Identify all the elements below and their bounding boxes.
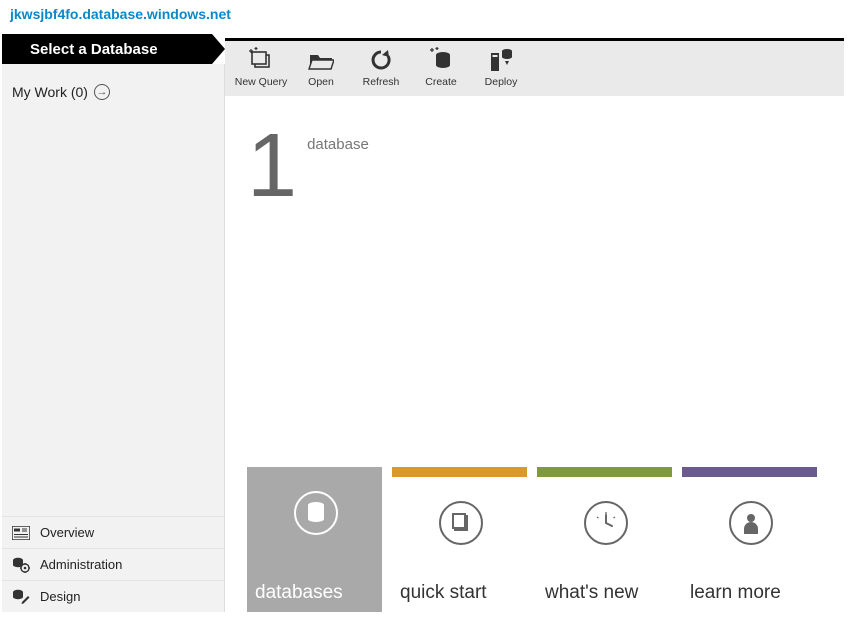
- new-query-icon: [231, 44, 291, 76]
- nav-administration-label: Administration: [40, 557, 122, 572]
- breadcrumb[interactable]: jkwsjbf4fo.database.windows.net: [0, 0, 852, 26]
- new-query-label: New Query: [231, 76, 291, 88]
- nav-design[interactable]: Design: [2, 580, 224, 612]
- database-icon: [294, 491, 338, 535]
- whats-new-icon: [584, 501, 628, 545]
- main-panel: New Query Open Refresh Create: [225, 38, 844, 612]
- open-icon: [291, 44, 351, 76]
- new-query-button[interactable]: New Query: [231, 44, 291, 88]
- open-button[interactable]: Open: [291, 44, 351, 88]
- toolbar: New Query Open Refresh Create: [225, 41, 844, 96]
- refresh-button[interactable]: Refresh: [351, 44, 411, 88]
- deploy-label: Deploy: [471, 76, 531, 88]
- tile-databases[interactable]: databases: [247, 467, 382, 612]
- arrow-right-icon: →: [94, 84, 110, 100]
- tile-learn-more-label: learn more: [690, 582, 781, 604]
- nav-overview-label: Overview: [40, 525, 94, 540]
- database-count-stat: 1 database: [247, 126, 844, 207]
- sidebar-bottom-nav: Overview Administration Design: [2, 516, 224, 612]
- administration-icon: [12, 556, 30, 574]
- open-label: Open: [291, 76, 351, 88]
- quick-start-icon: [439, 501, 483, 545]
- tile-databases-label: databases: [255, 582, 343, 604]
- refresh-label: Refresh: [351, 76, 411, 88]
- database-count-number: 1: [247, 126, 297, 207]
- tile-accent: [682, 467, 817, 477]
- refresh-icon: [351, 44, 411, 76]
- create-label: Create: [411, 76, 471, 88]
- nav-overview[interactable]: Overview: [2, 516, 224, 548]
- create-icon: [411, 44, 471, 76]
- my-work-label: My Work (0): [12, 84, 88, 100]
- nav-design-label: Design: [40, 589, 80, 604]
- sidebar: My Work (0) → Overview Administration: [2, 64, 225, 612]
- overview-icon: [12, 524, 30, 542]
- select-database-label: Select a Database: [30, 41, 158, 58]
- design-icon: [12, 588, 30, 606]
- tile-accent: [392, 467, 527, 477]
- create-button[interactable]: Create: [411, 44, 471, 88]
- tiles-row: databases quick start what: [247, 467, 817, 612]
- deploy-icon: [471, 44, 531, 76]
- tile-learn-more[interactable]: learn more: [682, 467, 817, 612]
- tile-whats-new[interactable]: what's new: [537, 467, 672, 612]
- tile-quick-start-label: quick start: [400, 582, 487, 604]
- tile-accent: [537, 467, 672, 477]
- learn-more-icon: [729, 501, 773, 545]
- my-work-link[interactable]: My Work (0) →: [2, 64, 224, 100]
- nav-administration[interactable]: Administration: [2, 548, 224, 580]
- deploy-button[interactable]: Deploy: [471, 44, 531, 88]
- tile-quick-start[interactable]: quick start: [392, 467, 527, 612]
- tile-whats-new-label: what's new: [545, 582, 638, 604]
- database-count-label: database: [307, 136, 369, 153]
- breadcrumb-server: jkwsjbf4fo.database.windows.net: [10, 6, 231, 22]
- select-database-header[interactable]: Select a Database: [2, 34, 225, 64]
